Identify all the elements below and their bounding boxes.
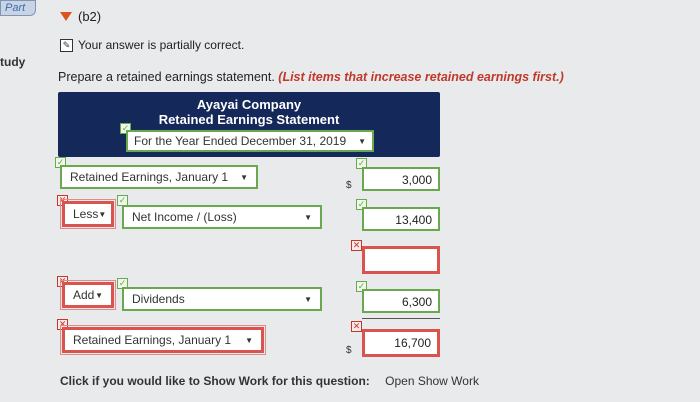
row1-amount-input[interactable]: 3,000 <box>362 167 440 191</box>
period-select[interactable]: For the Year Ended December 31, 2019 ▼ <box>126 130 374 152</box>
row5-amount-input[interactable]: 16,700 <box>362 329 440 357</box>
x-icon: ✕ <box>351 240 362 251</box>
x-icon: ✕ <box>351 321 362 332</box>
chevron-down-icon: ▼ <box>98 209 107 219</box>
row3-amount-input[interactable] <box>362 246 440 274</box>
row2-account-select[interactable]: Net Income / (Loss) ▼ <box>122 205 322 229</box>
chevron-down-icon: ▼ <box>245 335 253 345</box>
row2-account-value: Net Income / (Loss) <box>132 210 237 224</box>
show-work-text: Click if you would like to Show Work for… <box>60 374 370 388</box>
show-work-prompt: Click if you would like to Show Work for… <box>60 374 479 388</box>
prompt-hint: (List items that increase retained earni… <box>278 70 564 84</box>
chevron-down-icon: ▼ <box>304 212 312 222</box>
row4-account-select[interactable]: Dividends ▼ <box>122 287 322 311</box>
total-underline <box>362 318 440 319</box>
row1-account-value: Retained Earnings, January 1 <box>70 170 229 184</box>
currency-symbol: $ <box>346 345 352 356</box>
open-show-work-link[interactable]: Open Show Work <box>385 374 479 388</box>
row4-amount-input[interactable]: 6,300 <box>362 289 440 313</box>
currency-symbol: $ <box>346 180 352 191</box>
row2-operator-select[interactable]: Less ▼ <box>60 199 116 229</box>
section-header[interactable]: (b2) <box>60 9 101 24</box>
chevron-down-icon: ▼ <box>358 136 366 146</box>
statement-title: Retained Earnings Statement <box>158 112 340 127</box>
row1-account-select[interactable]: Retained Earnings, January 1 ▼ <box>60 165 258 189</box>
part-tab[interactable]: Part <box>0 0 36 16</box>
status-message: ✎ Your answer is partially correct. <box>60 38 244 52</box>
period-value: For the Year Ended December 31, 2019 <box>134 134 347 148</box>
chevron-down-icon: ▼ <box>304 294 312 304</box>
edit-icon: ✎ <box>60 38 73 52</box>
row2-amount-input[interactable]: 13,400 <box>362 207 440 231</box>
prompt-text: Prepare a retained earnings statement. <box>58 70 275 84</box>
company-name: Ayayai Company <box>196 97 302 112</box>
row5-account-select[interactable]: Retained Earnings, January 1 ▼ <box>60 325 266 355</box>
row5-account-value: Retained Earnings, January 1 <box>73 333 232 347</box>
collapse-triangle-icon[interactable] <box>60 12 72 21</box>
row4-operator-value: Add <box>73 288 95 302</box>
chevron-down-icon: ▼ <box>95 290 103 300</box>
row4-operator-select[interactable]: Add ▼ <box>60 280 116 310</box>
row4-account-value: Dividends <box>132 292 185 306</box>
chevron-down-icon: ▼ <box>240 172 248 182</box>
section-label: (b2) <box>78 9 102 24</box>
status-text: Your answer is partially correct. <box>78 38 245 52</box>
study-label: tudy <box>0 55 26 69</box>
row2-operator-value: Less <box>73 207 99 221</box>
instructions: Prepare a retained earnings statement. (… <box>58 70 564 84</box>
